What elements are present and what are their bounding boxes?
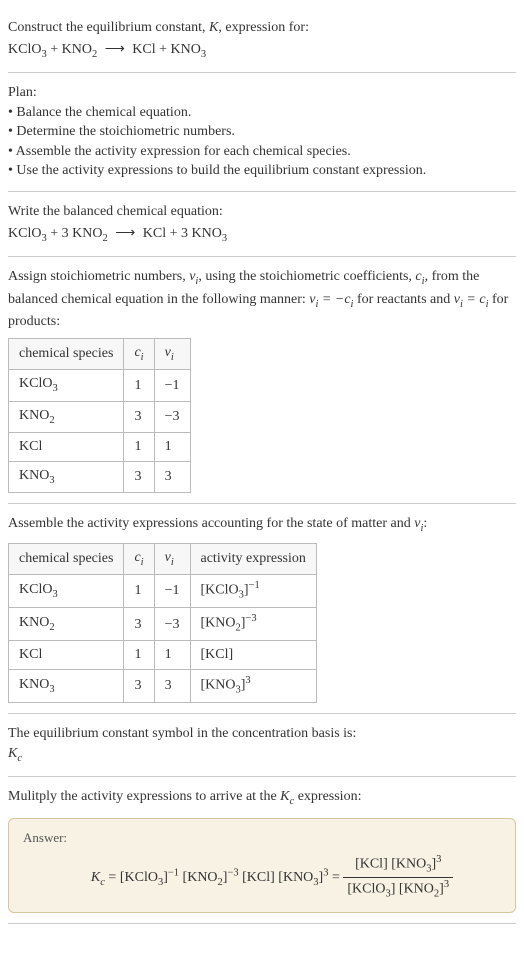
cell-species: KNO3 [9,461,124,492]
activity-table: chemical species ci νi activity expressi… [8,543,317,704]
cell-nu: −3 [154,401,190,432]
cell-ci: 3 [124,461,154,492]
cell-species: KCl [9,433,124,462]
eq-sign-2: = [332,870,343,885]
cell-nu: −1 [154,370,190,401]
cell-ci: 1 [124,641,154,670]
cell-expr: [KNO2]−3 [190,608,316,641]
cell-nu: −3 [154,608,190,641]
cell-ci: 1 [124,370,154,401]
symbol-section: The equilibrium constant symbol in the c… [8,714,516,777]
cell-species: KNO2 [9,401,124,432]
col-species: chemical species [9,338,124,369]
answer-formula: Kc = [KClO3]−1 [KNO2]−3 [KCl] [KNO3]3 = … [23,853,501,902]
table-row: KClO3 1 −1 [KClO3]−1 [9,575,317,608]
intro-K: K [209,20,218,35]
cell-nu: 1 [154,641,190,670]
table-row: KCl 1 1 [9,433,191,462]
col-ci: ci [124,543,154,574]
answer-box: Answer: Kc = [KClO3]−1 [KNO2]−3 [KCl] [K… [8,818,516,913]
table-row: KNO2 3 −3 [KNO2]−3 [9,608,317,641]
plan-bullet-4: • Use the activity expressions to build … [8,161,516,181]
answer-product: [KClO3]−1 [KNO2]−3 [KCl] [KNO3]3 [120,870,329,885]
balanced-section: Write the balanced chemical equation: KC… [8,192,516,257]
cell-ci: 1 [124,433,154,462]
eq-sign: = [108,870,119,885]
intro-equation: KClO3 + KNO2 ⟶ KCl + KNO3 [8,40,516,62]
cell-nu: 1 [154,433,190,462]
intro-section: Construct the equilibrium constant, K, e… [8,8,516,73]
plan-bullet-1: • Balance the chemical equation. [8,103,516,123]
col-expr: activity expression [190,543,316,574]
symbol-text: The equilibrium constant symbol in the c… [8,724,516,744]
stoich-t2: , using the stoichiometric coefficients, [198,269,415,284]
answer-kc: Kc [91,870,105,885]
intro-line: Construct the equilibrium constant, K, e… [8,18,516,38]
arrow-icon: ⟶ [115,224,135,244]
intro-text-1b: , expression for: [218,20,309,35]
cell-expr: [KClO3]−1 [190,575,316,608]
plan-bullet-2: • Determine the stoichiometric numbers. [8,122,516,142]
frac-numerator: [KCl] [KNO3]3 [343,853,453,878]
stoich-t1: Assign stoichiometric numbers, [8,269,189,284]
balanced-header: Write the balanced chemical equation: [8,202,516,222]
cell-expr: [KNO3]3 [190,670,316,703]
cell-species: KClO3 [9,575,124,608]
cell-nu: −1 [154,575,190,608]
cell-ci: 3 [124,670,154,703]
balanced-equation: KClO3 + 3 KNO2 ⟶ KCl + 3 KNO3 [8,224,516,246]
col-species: chemical species [9,543,124,574]
mult-t2: expression: [294,789,361,804]
cell-species: KNO3 [9,670,124,703]
cell-ci: 1 [124,575,154,608]
cell-species: KCl [9,641,124,670]
cell-ci: 3 [124,401,154,432]
stoich-nu: νi [189,269,198,284]
stoich-t4: for reactants and [353,292,453,307]
arrow-icon: ⟶ [105,40,125,60]
cell-species: KClO3 [9,370,124,401]
activity-section: Assemble the activity expressions accoun… [8,504,516,714]
table-row: KNO2 3 −3 [9,401,191,432]
kc-symbol: Kc [8,744,516,766]
plan-bullet-3: • Assemble the activity expression for e… [8,142,516,162]
table-row: KNO3 3 3 [KNO3]3 [9,670,317,703]
plan-section: Plan: • Balance the chemical equation. •… [8,73,516,192]
cell-nu: 3 [154,461,190,492]
cell-nu: 3 [154,670,190,703]
multiply-section: Mulitply the activity expressions to arr… [8,777,516,924]
cell-ci: 3 [124,608,154,641]
activity-header: Assemble the activity expressions accoun… [8,514,516,536]
stoich-text: Assign stoichiometric numbers, νi, using… [8,267,516,332]
table-header-row: chemical species ci νi [9,338,191,369]
answer-fraction: [KCl] [KNO3]3 [KClO3] [KNO2]3 [343,853,453,902]
col-nu: νi [154,338,190,369]
table-row: KCl 1 1 [KCl] [9,641,317,670]
answer-label: Answer: [23,829,501,847]
multiply-text: Mulitply the activity expressions to arr… [8,787,516,809]
frac-denominator: [KClO3] [KNO2]3 [343,878,453,902]
cell-species: KNO2 [9,608,124,641]
stoich-ci: ci [415,269,424,284]
table-row: KClO3 1 −1 [9,370,191,401]
stoich-rule1: νi = −ci [309,292,353,307]
mult-t1: Mulitply the activity expressions to arr… [8,789,280,804]
stoich-table: chemical species ci νi KClO3 1 −1 KNO2 3… [8,338,191,494]
intro-text-1: Construct the equilibrium constant, [8,20,209,35]
stoich-rule2: νi = ci [454,292,489,307]
table-header-row: chemical species ci νi activity expressi… [9,543,317,574]
mult-kc: Kc [280,789,294,804]
plan-header: Plan: [8,83,516,103]
stoich-section: Assign stoichiometric numbers, νi, using… [8,257,516,504]
table-row: KNO3 3 3 [9,461,191,492]
col-ci: ci [124,338,154,369]
cell-expr: [KCl] [190,641,316,670]
col-nu: νi [154,543,190,574]
